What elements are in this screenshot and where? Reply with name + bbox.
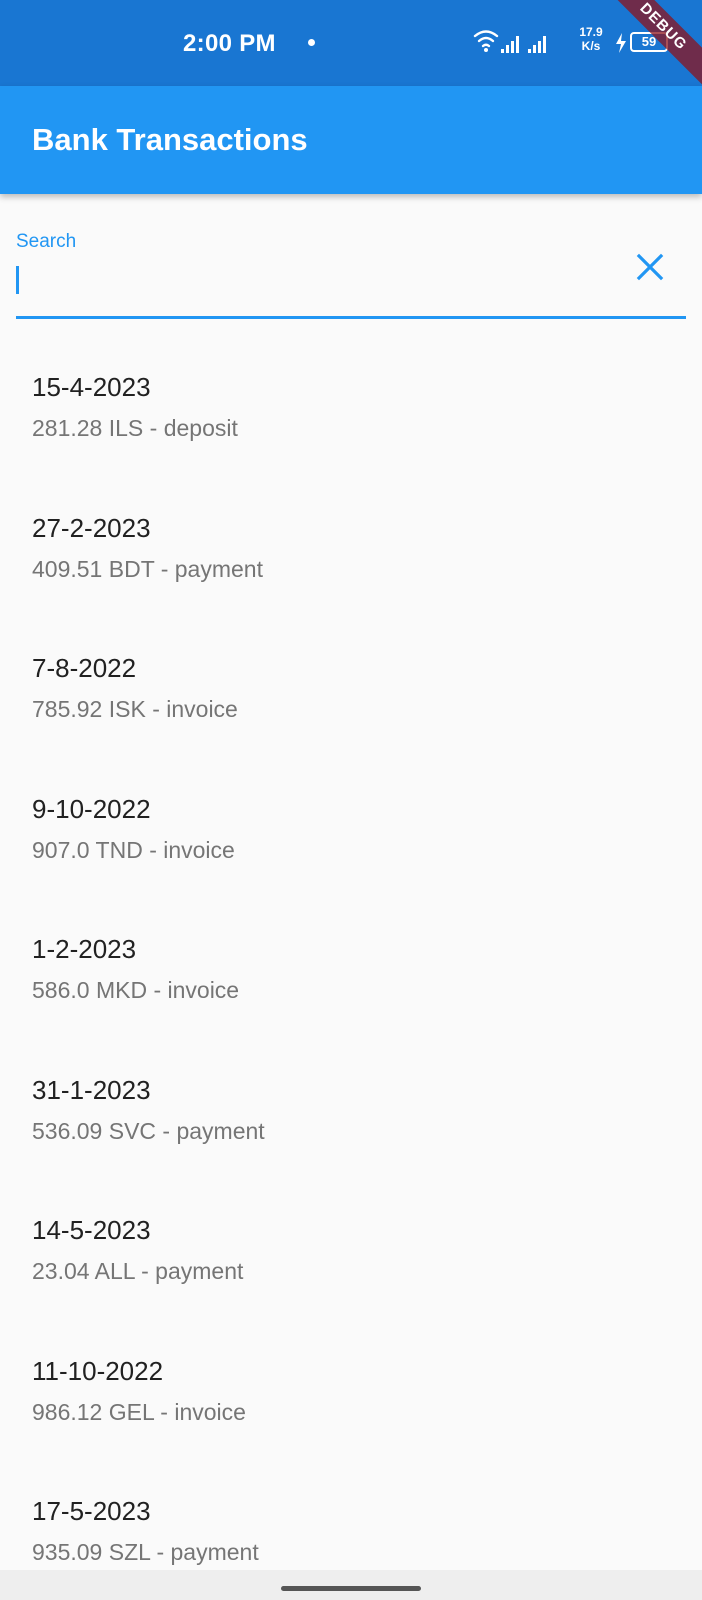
wifi-icon <box>473 30 499 48</box>
app-bar: Bank Transactions <box>0 86 702 194</box>
signal-icon-2 <box>528 36 546 53</box>
clear-search-button[interactable] <box>628 245 672 289</box>
status-icons <box>473 30 546 53</box>
transaction-date: 14-5-2023 <box>32 1215 151 1245</box>
transaction-list: 15-4-2023 281.28 ILS - deposit 27-2-2023… <box>0 332 702 1597</box>
list-item[interactable]: 14-5-2023 23.04 ALL - payment <box>0 1175 702 1316</box>
charging-icon <box>616 33 626 53</box>
transaction-detail: 907.0 TND - invoice <box>32 836 235 863</box>
status-bar: 2:00 PM 17.9 K/s 59 DEBUG <box>0 0 702 97</box>
list-item[interactable]: 31-1-2023 536.09 SVC - payment <box>0 1035 702 1176</box>
transaction-detail: 281.28 ILS - deposit <box>32 415 238 441</box>
screen: 2:00 PM 17.9 K/s 59 DEBUG Bank Transacti… <box>0 0 702 1600</box>
transaction-date: 1-2-2023 <box>32 934 137 964</box>
home-gesture-handle[interactable] <box>281 1586 421 1591</box>
transaction-detail: 785.92 ISK - invoice <box>32 696 238 722</box>
search-label: Search <box>16 231 77 252</box>
transaction-detail: 586.0 MKD - invoice <box>32 977 240 1003</box>
search-field[interactable]: Search <box>16 225 686 321</box>
list-item[interactable]: 27-2-2023 409.51 BDT - payment <box>0 473 702 614</box>
transaction-detail: 986.12 GEL - invoice <box>32 1398 246 1425</box>
page-title: Bank Transactions <box>32 122 308 157</box>
signal-icon <box>501 36 519 53</box>
transaction-date: 9-10-2022 <box>32 793 151 824</box>
transaction-date: 15-4-2023 <box>32 372 151 402</box>
list-item[interactable]: 11-10-2022 986.12 GEL - invoice <box>0 1316 702 1457</box>
transaction-date: 7-8-2022 <box>32 653 137 683</box>
list-item[interactable]: 7-8-2022 785.92 ISK - invoice <box>0 613 702 754</box>
network-speed-unit: K/s <box>581 39 601 53</box>
network-speed: 17.9 K/s <box>576 25 606 53</box>
list-item[interactable]: 15-4-2023 281.28 ILS - deposit <box>0 332 702 473</box>
transaction-date: 17-5-2023 <box>32 1496 151 1526</box>
list-item[interactable]: 1-2-2023 586.0 MKD - invoice <box>0 894 702 1035</box>
transaction-detail: 536.09 SVC - payment <box>32 1117 265 1144</box>
text-cursor <box>16 266 19 294</box>
notification-dot-icon <box>308 39 315 46</box>
system-nav-bar <box>0 1570 702 1600</box>
transaction-detail: 23.04 ALL - payment <box>32 1258 244 1284</box>
transaction-date: 27-2-2023 <box>32 512 151 543</box>
transaction-date: 31-1-2023 <box>32 1074 151 1105</box>
search-input[interactable] <box>16 261 616 305</box>
list-item[interactable]: 9-10-2022 907.0 TND - invoice <box>0 754 702 895</box>
transaction-detail: 935.09 SZL - payment <box>32 1539 259 1565</box>
search-underline <box>16 316 686 319</box>
transaction-detail: 409.51 BDT - payment <box>32 555 263 582</box>
transaction-date: 11-10-2022 <box>32 1355 164 1386</box>
network-speed-value: 17.9 <box>579 25 603 39</box>
close-icon <box>636 253 664 281</box>
status-time: 2:00 PM <box>183 30 276 57</box>
